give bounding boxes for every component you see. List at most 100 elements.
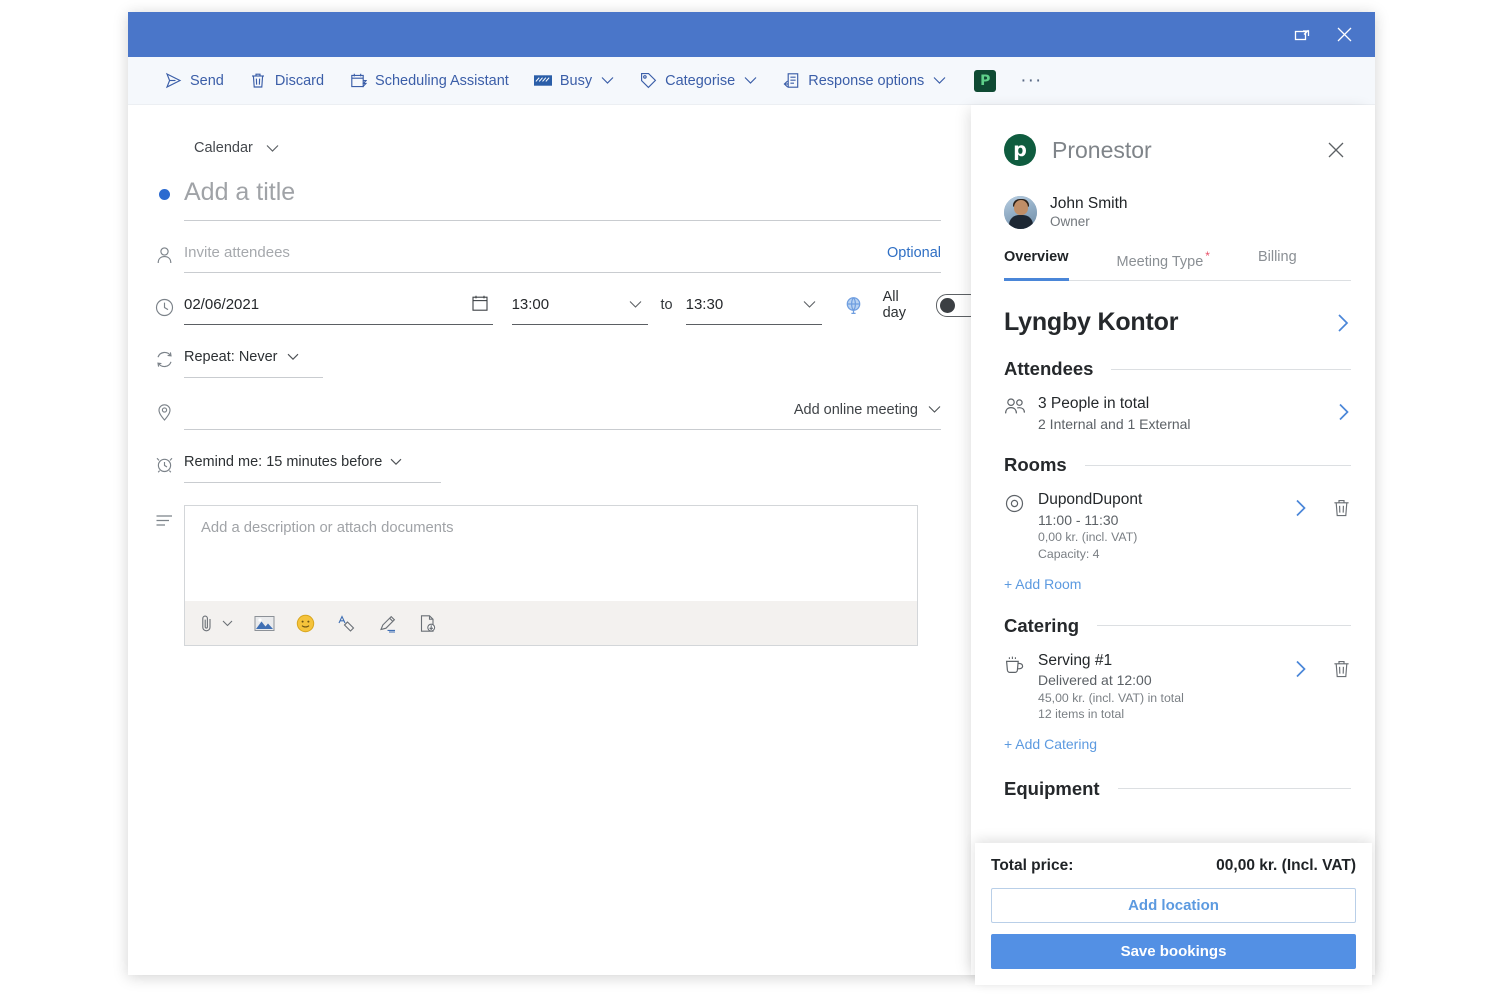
end-time-value: 13:30 [685, 296, 724, 313]
chevron-down-icon [928, 405, 941, 414]
room-item: DupondDupont 11:00 - 11:30 0,00 kr. (inc… [1004, 490, 1351, 562]
chevron-right-icon[interactable] [1336, 312, 1351, 334]
calendar-assistant-icon [349, 72, 367, 90]
description-input[interactable]: Add a description or attach documents [185, 506, 917, 601]
toolbar-overflow-button[interactable]: ··· [1010, 70, 1052, 92]
attendees-row: Invite attendees Optional [128, 233, 971, 273]
location-title: Lyngby Kontor [1004, 308, 1179, 337]
chevron-down-icon [222, 620, 233, 627]
date-input[interactable]: 02/06/2021 [184, 285, 493, 325]
calendar-picker-icon[interactable] [471, 294, 489, 316]
categorise-button[interactable]: Categorise [632, 63, 764, 99]
busy-icon [533, 72, 552, 90]
attendees-input[interactable]: Invite attendees Optional [184, 233, 941, 273]
add-online-meeting-button[interactable]: Add online meeting [794, 402, 941, 418]
all-day-label: All day [882, 289, 906, 321]
export-icon[interactable] [413, 608, 443, 638]
response-options-icon [782, 72, 800, 90]
add-room-link[interactable]: + Add Room [1004, 576, 1081, 592]
send-button[interactable]: Send [157, 63, 231, 99]
alarm-clock-icon [144, 442, 184, 474]
busy-label: Busy [559, 72, 593, 89]
location-field-wrap: Add online meeting [184, 390, 971, 430]
divider [1097, 625, 1351, 627]
catering-heading: Catering [1004, 614, 1080, 636]
optional-attendees-link[interactable]: Optional [887, 245, 941, 261]
chevron-down-icon [933, 76, 946, 85]
location-header-row[interactable]: Lyngby Kontor [1004, 308, 1351, 337]
event-color-dot[interactable] [158, 189, 170, 200]
tab-overview[interactable]: Overview [1004, 249, 1069, 282]
catering-delivery: Delivered at 12:00 [1038, 671, 1152, 688]
repeat-select[interactable]: Repeat: Never [184, 337, 323, 378]
categorise-label: Categorise [665, 72, 736, 89]
location-input[interactable]: Add online meeting [184, 390, 941, 430]
discard-button[interactable]: Discard [242, 63, 331, 99]
chevron-right-icon[interactable] [1294, 498, 1308, 518]
busy-button[interactable]: Busy [527, 63, 621, 99]
catering-item-text: Serving #1 Delivered at 12:00 45,00 kr. … [1038, 651, 1294, 723]
pronestor-addin-button[interactable]: P [974, 69, 997, 92]
room-capacity: Capacity: 4 [1038, 547, 1100, 562]
title-placeholder: Add a title [184, 178, 296, 206]
save-bookings-button[interactable]: Save bookings [991, 934, 1356, 969]
chevron-right-icon[interactable] [1337, 402, 1351, 422]
attendees-item-actions [1337, 394, 1351, 422]
pronestor-panel-content: p Pronestor John Smith Owner Overview Me… [971, 105, 1375, 800]
attendees-count: 3 People in total [1038, 395, 1150, 413]
date-value: 02/06/2021 [184, 296, 260, 313]
response-options-button[interactable]: Response options [775, 63, 953, 99]
divider [1117, 788, 1351, 790]
send-label: Send [190, 72, 224, 89]
section-header-equipment: Equipment [1004, 778, 1351, 800]
catering-items-count: 12 items in total [1038, 707, 1125, 722]
all-day-toggle-knob [939, 297, 955, 313]
to-label: to [660, 297, 673, 313]
coffee-cup-icon [1004, 651, 1038, 675]
tab-billing[interactable]: Billing [1258, 249, 1297, 281]
room-item-actions [1294, 490, 1351, 518]
datetime-controls: 02/06/2021 13:00 to 13:30 All day [184, 285, 982, 325]
start-time-select[interactable]: 13:00 [511, 285, 648, 325]
delete-catering-icon[interactable] [1332, 659, 1351, 679]
pronestor-brand: p Pronestor [1004, 134, 1152, 166]
emoji-icon[interactable] [290, 608, 320, 638]
total-price-label: Total price: [991, 857, 1074, 874]
repeat-label: Repeat: Never [184, 349, 278, 365]
popout-icon[interactable] [1281, 18, 1323, 52]
room-item-text: DupondDupont 11:00 - 11:30 0,00 kr. (inc… [1038, 490, 1294, 562]
signature-icon[interactable] [331, 608, 361, 638]
tab-billing-label: Billing [1257, 248, 1297, 265]
trash-icon [249, 72, 267, 90]
discard-label: Discard [274, 72, 325, 89]
add-catering-link[interactable]: + Add Catering [1004, 736, 1097, 752]
scheduling-assistant-button[interactable]: Scheduling Assistant [342, 63, 516, 99]
attach-icon[interactable] [199, 608, 233, 638]
panel-close-icon[interactable] [1321, 135, 1351, 165]
rooms-heading: Rooms [1004, 454, 1067, 476]
pronestor-brand-name: Pronestor [1052, 136, 1152, 163]
chevron-down-icon [601, 76, 614, 85]
tab-meeting-type-label: Meeting Type [1116, 253, 1204, 270]
chevron-right-icon[interactable] [1294, 659, 1308, 679]
close-icon[interactable] [1323, 18, 1365, 52]
calendar-selector[interactable]: Calendar [188, 135, 285, 161]
delete-room-icon[interactable] [1332, 498, 1351, 518]
timezone-globe-icon[interactable] [844, 296, 863, 315]
start-time-value: 13:00 [511, 296, 550, 313]
pronestor-logo-icon: p [1004, 134, 1036, 166]
reminder-field-wrap: Remind me: 15 minutes before [184, 442, 971, 483]
tab-meeting-type[interactable]: Meeting Type * [1117, 249, 1210, 281]
title-bullet-wrap [144, 173, 184, 200]
event-form: Calendar Add a title Invite attendees Op… [128, 105, 982, 646]
add-location-button[interactable]: Add location [991, 888, 1356, 923]
end-time-select[interactable]: 13:30 [685, 285, 822, 325]
reminder-select[interactable]: Remind me: 15 minutes before [184, 442, 441, 483]
attendees-breakdown: 2 Internal and 1 External [1038, 415, 1191, 432]
insert-picture-icon[interactable] [249, 608, 279, 638]
ink-icon[interactable] [372, 608, 402, 638]
required-asterisk: * [1205, 248, 1210, 263]
title-input[interactable]: Add a title [184, 173, 941, 221]
divider [1111, 368, 1351, 370]
attendees-item-text: 3 People in total 2 Internal and 1 Exter… [1038, 394, 1337, 433]
